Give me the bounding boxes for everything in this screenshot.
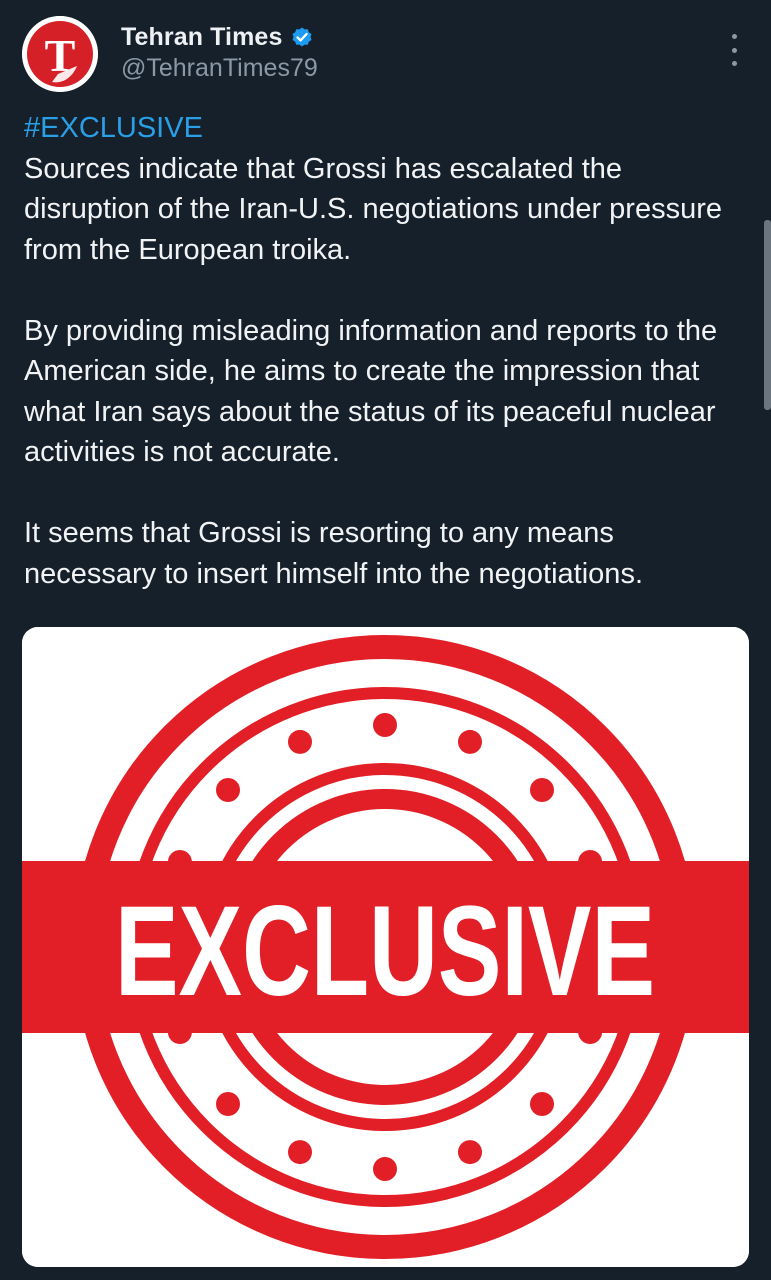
verified-badge-icon	[290, 25, 314, 49]
tweet-paragraph: Sources indicate that Grossi has escalat…	[24, 152, 723, 266]
stamp-text: EXCLUSIVE	[115, 880, 655, 1023]
more-options-icon[interactable]	[724, 34, 744, 66]
stamp-dot	[373, 1157, 397, 1181]
stamp-dot	[216, 1092, 240, 1116]
hashtag-link[interactable]: #EXCLUSIVE	[24, 112, 203, 144]
stamp-dot	[288, 1140, 312, 1165]
tweet-media-image[interactable]: EXCLUSIVE	[22, 627, 749, 1267]
more-dot	[731, 34, 737, 39]
tweet-paragraph: It seems that Grossi is resorting to any…	[24, 517, 643, 590]
stamp-dot	[530, 778, 554, 802]
avatar-letter: T	[45, 30, 76, 81]
author-display-name[interactable]: Tehran Times	[121, 23, 282, 52]
tweet-text: #EXCLUSIVE Sources indicate that Grossi …	[24, 108, 744, 594]
more-dot	[731, 61, 737, 66]
stamp-dot	[458, 729, 482, 754]
name-row: Tehran Times	[121, 22, 314, 52]
author-avatar[interactable]: T	[22, 16, 98, 92]
stamp-dot	[458, 1140, 482, 1165]
exclusive-stamp-image: EXCLUSIVE	[22, 627, 749, 1267]
more-dot	[731, 47, 737, 53]
stamp-dot	[530, 1092, 554, 1116]
tweet-paragraph: By providing misleading information and …	[24, 314, 718, 469]
scrollbar[interactable]	[764, 220, 771, 410]
stamp-dot	[216, 778, 240, 802]
tehran-times-logo-icon: T	[22, 16, 98, 92]
stamp-dot	[373, 713, 397, 737]
stamp-dot	[288, 729, 312, 754]
author-handle[interactable]: @TehranTimes79	[121, 54, 318, 83]
tweet: T Tehran Times @TehranTimes79 #EXCLUSIVE…	[0, 0, 771, 1280]
